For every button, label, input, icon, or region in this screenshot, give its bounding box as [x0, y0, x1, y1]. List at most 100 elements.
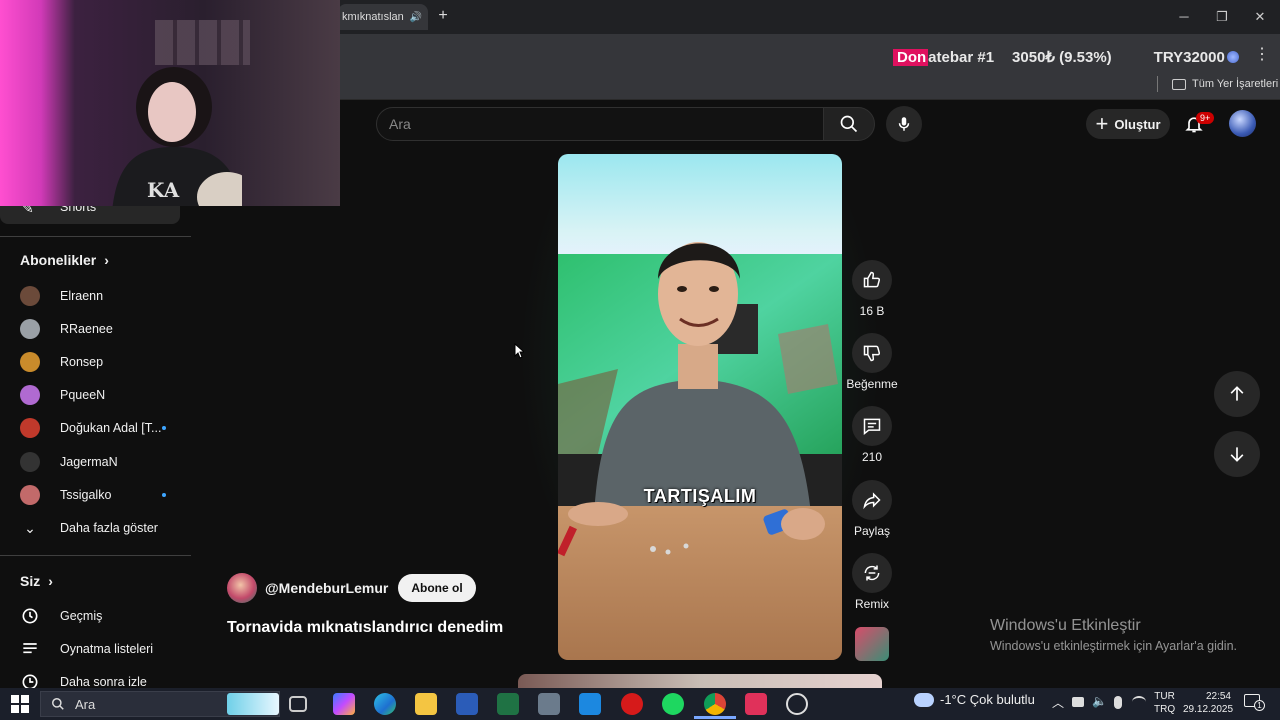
donate-goal: TRY32000 — [1153, 48, 1225, 66]
windows-start-icon[interactable] — [11, 695, 29, 713]
channel-avatar[interactable] — [227, 573, 257, 603]
tray-expand-icon[interactable]: ︿ — [1052, 694, 1064, 711]
language-indicator[interactable]: TUR TRQ — [1154, 690, 1175, 716]
remix-action[interactable]: Remix — [852, 553, 892, 611]
taskbar-search-box[interactable]: Ara — [40, 691, 280, 717]
search-input[interactable]: Ara — [376, 107, 824, 141]
obs-icon[interactable] — [786, 693, 808, 715]
weather-widget[interactable]: -1°C Çok bulutlu — [914, 692, 1035, 707]
sidebar-item-playlists[interactable]: Oynatma listeleri — [20, 638, 153, 660]
sidebar-item-label: Ronsep — [60, 355, 104, 369]
like-action[interactable]: 16 B — [852, 260, 892, 318]
notification-center-icon[interactable]: 1 — [1244, 694, 1265, 711]
folder-icon — [1172, 78, 1186, 90]
comments-button[interactable] — [852, 406, 892, 446]
share-button[interactable] — [852, 480, 892, 520]
account-avatar[interactable] — [1229, 110, 1256, 137]
weather-text: -1°C Çok bulutlu — [940, 692, 1035, 707]
task-view-icon[interactable] — [289, 696, 307, 712]
share-action[interactable]: Paylaş — [852, 480, 892, 538]
remix-label: Remix — [854, 597, 889, 611]
sidebar-item-subscription[interactable]: PqueeN — [20, 384, 105, 406]
subscribe-button[interactable]: Abone ol — [398, 574, 476, 602]
remix-button[interactable] — [852, 553, 892, 593]
wall-photos — [155, 20, 250, 65]
new-tab-button[interactable]: + — [434, 8, 452, 26]
calculator-icon[interactable] — [538, 693, 560, 715]
bookmarks-separator — [1157, 76, 1158, 92]
microphone-tray-icon[interactable] — [1114, 696, 1122, 709]
taskbar-search-label: Ara — [75, 696, 96, 712]
search-button[interactable] — [823, 107, 875, 141]
search-icon — [52, 698, 64, 710]
clock[interactable]: 22:54 29.12.2025 — [1183, 690, 1234, 716]
network-icon[interactable] — [1132, 696, 1146, 708]
channel-info: @MendeburLemur Abone ol — [227, 573, 476, 603]
sidebar-item-subscription[interactable]: Elraenn — [20, 285, 103, 307]
active-app-indicator — [694, 716, 736, 719]
sidebar-item-subscription[interactable]: Doğukan Adal [T... — [20, 417, 161, 439]
voice-search-button[interactable] — [886, 106, 922, 142]
sidebar-item-subscription[interactable]: JagermaN — [20, 451, 118, 473]
audio-source-thumbnail[interactable] — [855, 627, 889, 661]
maximize-button[interactable]: ❐ — [1210, 8, 1234, 26]
create-button[interactable]: + Oluştur — [1086, 109, 1170, 139]
donate-overlay: Don atebar #1 3050₺ (9.53%) TRY32000 — [893, 46, 1239, 68]
you-heading[interactable]: Siz › — [20, 573, 53, 589]
spotify-icon[interactable] — [662, 693, 684, 715]
speaker-icon[interactable]: 🔊 — [410, 12, 422, 23]
show-more-button[interactable]: ⌄ Daha fazla göster — [20, 517, 158, 539]
clock-date: 29.12.2025 — [1183, 704, 1234, 715]
channel-avatar — [20, 452, 40, 472]
app-icon[interactable] — [745, 693, 767, 715]
sidebar-item-label: RRaenee — [60, 322, 113, 336]
video-frame — [558, 154, 842, 660]
next-short-preview[interactable] — [518, 674, 882, 688]
copilot-icon[interactable] — [333, 693, 355, 715]
previous-short-button[interactable] — [1214, 371, 1260, 417]
sidebar-item-subscription[interactable]: Ronsep — [20, 351, 103, 373]
video-title[interactable]: Tornavida mıknatıslandırıcı denedim — [227, 619, 503, 637]
excel-icon[interactable] — [497, 693, 519, 715]
sidebar-item-label: Daha sonra izle — [60, 675, 147, 689]
volume-icon[interactable]: 🔈 — [1092, 694, 1107, 708]
globe-icon — [1226, 51, 1239, 63]
store-icon[interactable] — [579, 693, 601, 715]
chrome-icon[interactable] — [704, 693, 726, 715]
file-explorer-icon[interactable] — [415, 693, 437, 715]
activate-windows-subtitle: Windows'u etkinleştirmek için Ayarlar'a … — [990, 639, 1238, 653]
subscriptions-heading[interactable]: Abonelikler › — [20, 252, 109, 268]
clock-time: 22:54 — [1205, 691, 1231, 702]
sidebar-item-history[interactable]: Geçmiş — [20, 605, 102, 627]
close-window-button[interactable]: ✕ — [1248, 8, 1272, 26]
next-short-button[interactable] — [1214, 431, 1260, 477]
dislike-button[interactable] — [852, 333, 892, 373]
short-video-player[interactable]: TARTIŞALIM — [558, 154, 842, 660]
sidebar-item-subscription[interactable]: Tssigalko — [20, 484, 111, 506]
search-highlight-image — [227, 693, 279, 715]
edge-icon[interactable] — [374, 693, 396, 715]
chevron-right-icon: › — [104, 252, 109, 268]
sidebar-item-subscription[interactable]: RRaenee — [20, 318, 113, 340]
browser-tab[interactable]: kmıknatıslan 🔊 ✕ — [338, 4, 428, 30]
plus-icon: + — [1095, 111, 1109, 136]
like-button[interactable] — [852, 260, 892, 300]
battery-icon[interactable] — [1072, 697, 1084, 707]
channel-avatar — [20, 418, 40, 438]
opera-icon[interactable] — [621, 693, 643, 715]
word-icon[interactable] — [456, 693, 478, 715]
all-bookmarks-button[interactable]: Tüm Yer İşaretleri — [1172, 74, 1278, 94]
minimize-button[interactable]: ─ — [1172, 8, 1196, 26]
sidebar-item-label: PqueeN — [60, 388, 106, 402]
dislike-label: Beğenme — [846, 377, 898, 391]
thumbs-up-icon — [863, 271, 881, 288]
comment-count: 210 — [861, 450, 883, 464]
all-bookmarks-label: Tüm Yer İşaretleri — [1192, 78, 1279, 90]
comments-action[interactable]: 210 — [852, 406, 892, 464]
share-icon — [863, 492, 881, 510]
channel-name[interactable]: @MendeburLemur — [265, 580, 388, 596]
dislike-action[interactable]: Beğenme — [846, 333, 898, 391]
keyboard-layout: TRQ — [1154, 704, 1176, 715]
browser-menu-icon[interactable]: ⋮ — [1254, 44, 1270, 63]
donate-title-highlight: Don — [893, 48, 929, 66]
